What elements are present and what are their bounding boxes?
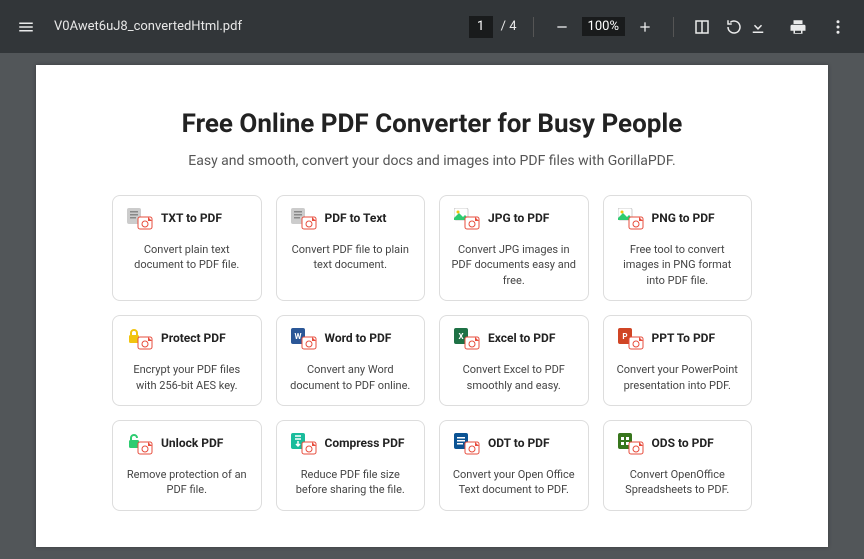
converter-card[interactable]: X Excel to PDF Convert Excel to PDF smooth… [439,315,589,406]
converter-card[interactable]: P PPT To PDF Convert your PowerPoint prese… [603,315,753,406]
page-total-label: / 4 [501,19,517,34]
card-title: PNG to PDF [652,211,715,225]
ppt-icon: P [618,328,642,348]
card-description: Convert your Open Office Text document t… [450,467,578,498]
card-title: ODT to PDF [488,436,550,450]
converter-card[interactable]: ODT to PDF Convert your Open Office Text … [439,420,589,511]
card-title: PDF to Text [325,211,387,225]
card-description: Remove protection of an PDF file. [123,467,251,498]
card-description: Convert your PowerPoint presentation int… [614,362,742,393]
odt-icon [454,433,478,453]
txt-icon [127,208,151,228]
card-title: Compress PDF [325,436,405,450]
pdf-viewer-toolbar: V0Awet6uJ8_convertedHtml.pdf / 4 100% [0,0,864,53]
rotate-icon[interactable] [722,15,746,39]
svg-text:X: X [458,332,463,341]
card-description: Free tool to convert images in PNG forma… [614,242,742,288]
card-description: Convert Excel to PDF smoothly and easy. [450,362,578,393]
zoom-in-icon[interactable] [633,15,657,39]
card-title: Excel to PDF [488,331,555,345]
converter-card[interactable]: Compress PDF Reduce PDF file size before … [276,420,426,511]
zoom-out-icon[interactable] [550,15,574,39]
divider [673,17,674,37]
converter-card[interactable]: Protect PDF Encrypt your PDF files with 2… [112,315,262,406]
card-description: Convert PDF file to plain text document. [287,242,415,273]
excel-icon: X [454,328,478,348]
ods-icon [618,433,642,453]
card-title: Unlock PDF [161,436,223,450]
compress-icon [291,433,315,453]
page-title: Free Online PDF Converter for Busy Peopl… [66,109,798,139]
txt-icon [291,208,315,228]
converter-card[interactable]: PNG to PDF Free tool to convert images in… [603,195,753,301]
card-title: TXT to PDF [161,211,222,225]
divider [533,17,534,37]
fit-page-icon[interactable] [690,15,714,39]
menu-icon[interactable] [14,15,38,39]
card-description: Convert plain text document to PDF file. [123,242,251,273]
converter-card[interactable]: JPG to PDF Convert JPG images in PDF docu… [439,195,589,301]
card-description: Convert any Word document to PDF online. [287,362,415,393]
more-icon[interactable] [826,15,850,39]
filename-label: V0Awet6uJ8_convertedHtml.pdf [54,19,242,34]
print-icon[interactable] [786,15,810,39]
page-number-input[interactable] [469,16,493,38]
word-icon: W [291,328,315,348]
page-subtitle: Easy and smooth, convert your docs and i… [66,153,798,169]
img-icon [454,208,478,228]
page-viewport[interactable]: Free Online PDF Converter for Busy Peopl… [0,53,864,559]
card-title: PPT To PDF [652,331,716,345]
download-icon[interactable] [746,15,770,39]
card-description: Convert JPG images in PDF documents easy… [450,242,578,288]
lock-icon [127,328,151,348]
img-icon [618,208,642,228]
card-description: Convert OpenOffice Spreadsheets to PDF. [614,467,742,498]
card-description: Reduce PDF file size before sharing the … [287,467,415,498]
card-title: Word to PDF [325,331,392,345]
converter-grid: TXT to PDF Convert plain text document to… [112,195,752,511]
converter-card[interactable]: TXT to PDF Convert plain text document to… [112,195,262,301]
card-description: Encrypt your PDF files with 256-bit AES … [123,362,251,393]
pdf-page: Free Online PDF Converter for Busy Peopl… [36,65,828,547]
card-title: ODS to PDF [652,436,714,450]
card-title: JPG to PDF [488,211,549,225]
svg-text:W: W [294,332,301,341]
unlock-icon [127,433,151,453]
svg-text:P: P [622,332,627,341]
converter-card[interactable]: W Word to PDF Convert any Word document to… [276,315,426,406]
zoom-level-label[interactable]: 100% [582,17,625,36]
converter-card[interactable]: ODS to PDF Convert OpenOffice Spreadsheet… [603,420,753,511]
converter-card[interactable]: PDF to Text Convert PDF file to plain tex… [276,195,426,301]
converter-card[interactable]: Unlock PDF Remove protection of an PDF fi… [112,420,262,511]
card-title: Protect PDF [161,331,226,345]
